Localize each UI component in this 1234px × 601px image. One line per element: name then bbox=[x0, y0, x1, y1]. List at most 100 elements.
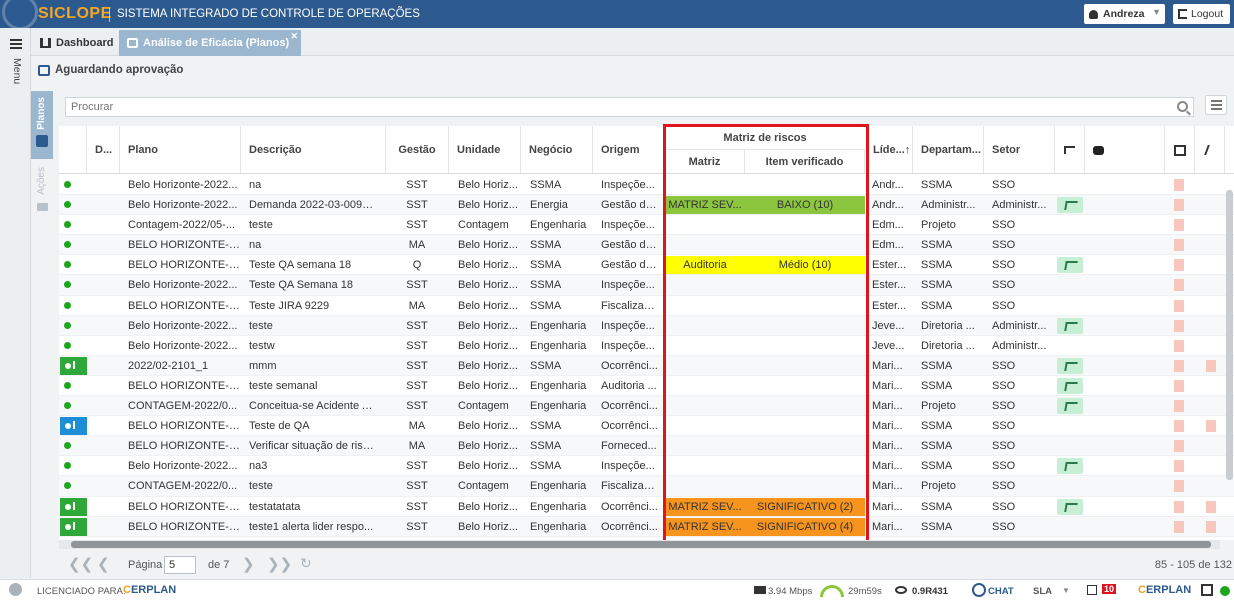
pdf-icon[interactable] bbox=[1174, 179, 1184, 191]
col-departamento[interactable]: Departam... bbox=[913, 126, 984, 174]
vtab-acoes[interactable]: Ações bbox=[31, 163, 53, 215]
col-descricao[interactable]: Descrição bbox=[241, 126, 386, 174]
pdf-icon[interactable] bbox=[1174, 299, 1184, 312]
table-row[interactable]: Belo Horizonte-2022... testw SST Belo Horiz… bbox=[59, 336, 1234, 356]
pdf-icon[interactable] bbox=[1174, 520, 1184, 533]
pdf-icon[interactable] bbox=[1206, 359, 1216, 372]
approve-badge-icon[interactable] bbox=[1057, 257, 1083, 274]
sla-label[interactable]: SLA bbox=[1033, 586, 1052, 597]
col-unidade[interactable]: Unidade bbox=[449, 126, 521, 174]
approve-badge-icon[interactable] bbox=[1057, 317, 1083, 334]
col-plano[interactable]: Plano bbox=[120, 126, 241, 174]
page-input[interactable] bbox=[164, 556, 196, 574]
pdf-icon[interactable] bbox=[1174, 400, 1184, 413]
approve-badge-icon[interactable] bbox=[1057, 458, 1083, 475]
pdf-icon[interactable] bbox=[1174, 199, 1184, 212]
horizontal-scroll-thumb[interactable] bbox=[71, 541, 1211, 548]
col-matriz[interactable]: Matriz bbox=[665, 150, 745, 174]
table-row[interactable]: BELO HORIZONTE-2... teste semanal SST Belo … bbox=[59, 376, 1234, 397]
pdf-icon[interactable] bbox=[1206, 520, 1216, 533]
pdf-icon[interactable] bbox=[1174, 460, 1184, 473]
user-icon bbox=[1089, 9, 1098, 19]
settings-icon[interactable] bbox=[9, 583, 22, 596]
chat-icon[interactable] bbox=[972, 583, 986, 597]
next-page-icon[interactable]: ❯ bbox=[242, 555, 255, 573]
table-row[interactable]: Belo Horizonte-2022... na3 SST Belo Horiz..… bbox=[59, 456, 1234, 477]
table-row[interactable]: Belo Horizonte-2022... na SST Belo Horiz...… bbox=[59, 175, 1234, 196]
pdf-icon[interactable] bbox=[1206, 420, 1216, 433]
cell-negocio: Engenharia bbox=[530, 400, 587, 413]
prev-page-icon[interactable]: ❮ bbox=[97, 555, 110, 573]
sla-chevron-down-icon[interactable]: ▼ bbox=[1062, 586, 1070, 595]
approve-badge-icon[interactable] bbox=[1057, 357, 1083, 374]
table-row[interactable]: BELO HORIZONTE-2... teste1 alerta lider r… bbox=[59, 516, 1234, 537]
col-action[interactable] bbox=[1195, 126, 1225, 174]
table-row[interactable]: CONTAGEM-2022/0... Conceitua-se Acidente … bbox=[59, 396, 1234, 417]
cell-origem: Inspeçõe... bbox=[601, 279, 655, 292]
vertical-scrollbar[interactable] bbox=[1226, 190, 1233, 480]
pdf-icon[interactable] bbox=[1174, 239, 1184, 252]
pdf-icon[interactable] bbox=[1174, 359, 1184, 372]
col-map[interactable] bbox=[1165, 126, 1195, 174]
calendar-icon[interactable] bbox=[1087, 585, 1097, 595]
pdf-icon[interactable] bbox=[1174, 440, 1184, 453]
col-item-verificado[interactable]: Item verificado bbox=[745, 150, 865, 174]
pdf-icon[interactable] bbox=[1174, 319, 1184, 332]
pdf-icon[interactable] bbox=[1174, 379, 1184, 392]
pdf-icon[interactable] bbox=[1174, 219, 1184, 232]
approve-badge-icon[interactable] bbox=[1057, 498, 1083, 515]
cell-negocio: Engenharia bbox=[530, 520, 587, 533]
search-input[interactable] bbox=[66, 98, 1193, 116]
pdf-icon[interactable] bbox=[1174, 259, 1184, 272]
logout-button[interactable]: Logout bbox=[1173, 4, 1230, 24]
refresh-icon[interactable]: ↻ bbox=[300, 555, 312, 572]
pdf-icon[interactable] bbox=[1174, 339, 1184, 352]
pdf-icon[interactable] bbox=[1206, 500, 1216, 513]
approve-badge-icon[interactable] bbox=[1057, 197, 1083, 214]
table-row[interactable]: 2022/02-2101_1 mmm SST Belo Horiz... SSMA Oco… bbox=[59, 355, 1234, 376]
pdf-icon[interactable] bbox=[1174, 279, 1184, 292]
table-row[interactable]: BELO HORIZONTE-2... na MA Belo Horiz... SSMA… bbox=[59, 235, 1234, 256]
col-comment[interactable] bbox=[1085, 126, 1165, 174]
tab-analise-eficacia[interactable]: Análise de Eficácia (Planos) ✕ bbox=[119, 30, 301, 56]
col-negocio[interactable]: Negócio bbox=[521, 126, 593, 174]
col-status[interactable] bbox=[59, 126, 87, 174]
fullscreen-icon[interactable] bbox=[1201, 584, 1213, 596]
last-page-icon[interactable]: ❯❯ bbox=[267, 555, 292, 573]
table-row[interactable]: Contagem-2022/05-... teste SST Contagem Enge… bbox=[59, 215, 1234, 236]
close-icon[interactable]: ✕ bbox=[290, 31, 298, 42]
col-approve[interactable] bbox=[1055, 126, 1085, 174]
table-row[interactable]: Belo Horizonte-2022... Teste QA Semana 18… bbox=[59, 275, 1234, 296]
chat-label[interactable]: CHAT bbox=[988, 586, 1014, 597]
user-menu-button[interactable]: Andreza ▼ bbox=[1084, 4, 1165, 24]
table-row[interactable]: Belo Horizonte-2022... Demanda 2022-03-00… bbox=[59, 195, 1234, 216]
cell-lider: Ester... bbox=[872, 279, 907, 292]
menu-label[interactable]: Menu bbox=[11, 58, 23, 84]
first-page-icon[interactable]: ❮❮ bbox=[68, 555, 93, 573]
column-menu-button[interactable] bbox=[1205, 95, 1227, 115]
col-setor[interactable]: Setor bbox=[984, 126, 1055, 174]
col-d[interactable]: D... bbox=[87, 126, 120, 174]
table-row[interactable]: BELO HORIZONTE-2... Teste JIRA 9229 MA Belo… bbox=[59, 296, 1234, 316]
pdf-icon[interactable] bbox=[1174, 480, 1184, 493]
tab-dashboard[interactable]: Dashboard bbox=[32, 30, 121, 56]
col-origem[interactable]: Origem bbox=[593, 126, 665, 174]
pdf-icon[interactable] bbox=[1174, 420, 1184, 433]
col-gestao[interactable]: Gestão bbox=[386, 126, 449, 174]
pdf-icon[interactable] bbox=[1174, 500, 1184, 513]
hamburger-menu-icon[interactable] bbox=[10, 39, 22, 49]
col-lider[interactable]: Líde...↑ bbox=[865, 126, 913, 174]
approve-badge-icon[interactable] bbox=[1057, 377, 1083, 394]
table-row[interactable]: BELO HORIZONTE-2... Teste QA semana 18 Q Be… bbox=[59, 255, 1234, 276]
table-row[interactable]: CONTAGEM-2022/0... teste SST Contagem Engenh… bbox=[59, 476, 1234, 497]
approve-badge-icon[interactable] bbox=[1057, 398, 1083, 415]
table-row[interactable]: BELO HORIZONTE-2... Verificar situação de… bbox=[59, 436, 1234, 457]
search-icon[interactable] bbox=[1177, 101, 1188, 112]
horizontal-scrollbar[interactable] bbox=[59, 540, 1220, 549]
vtab-planos[interactable]: Planos bbox=[31, 91, 53, 159]
notification-badge[interactable]: 10 bbox=[1102, 584, 1117, 594]
table-row[interactable]: Belo Horizonte-2022... teste SST Belo Horiz… bbox=[59, 315, 1234, 336]
table-row[interactable]: BELO HORIZONTE-2... testatatata SST Belo Ho… bbox=[59, 497, 1234, 517]
table-row[interactable]: BELO HORIZONTE-2... Teste de QA MA Belo Hor… bbox=[59, 416, 1234, 437]
status-cell bbox=[59, 175, 87, 195]
